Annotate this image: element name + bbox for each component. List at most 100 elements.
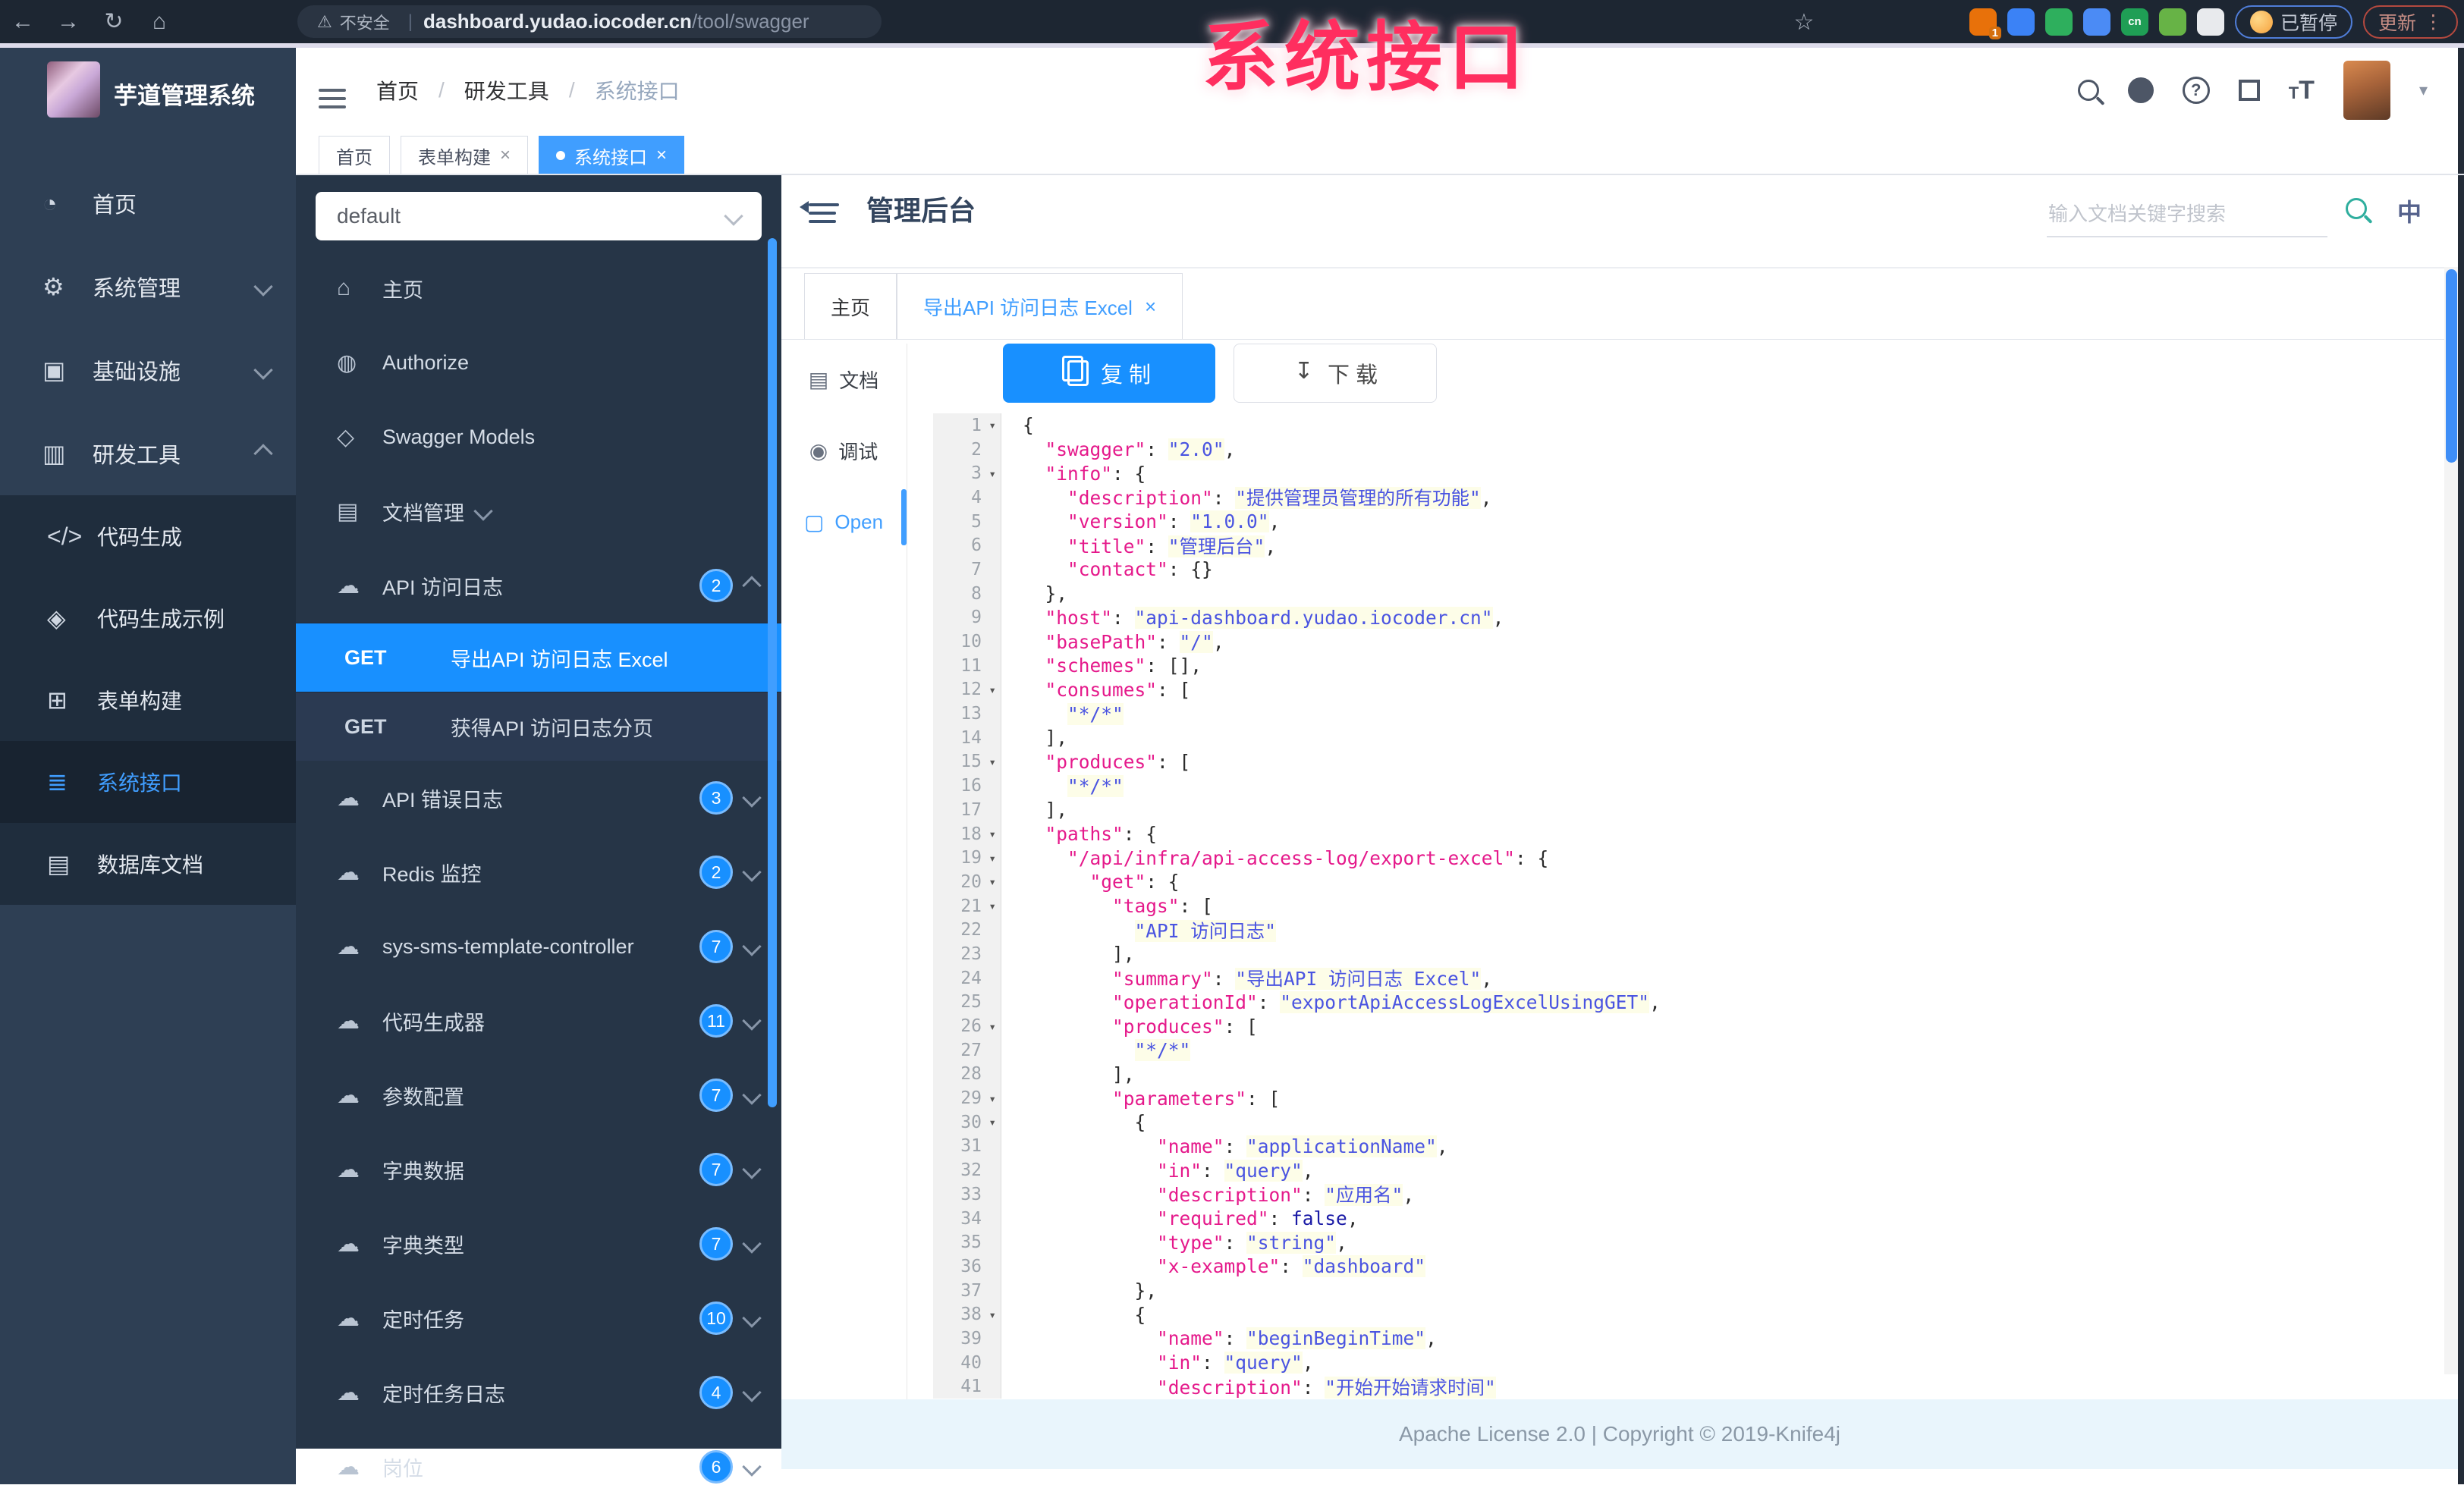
api-operation-导出API 访问日志 Excel[interactable]: GET 导出API 访问日志 Excel [296,623,781,692]
line-number-value: 20 [960,871,982,892]
doc-menu-文档[interactable]: ▤ 文档 [781,344,906,415]
github-icon[interactable] [2127,77,2154,103]
group-select[interactable]: default [316,192,762,240]
update-button[interactable]: 更新 ⋮ [2362,5,2458,39]
extension-orange[interactable]: 1 [1969,8,2001,39]
sidebar-item-基础设施[interactable]: ▣ 基础设施 [0,328,296,412]
fullscreen-icon[interactable] [2238,80,2260,101]
sidebar-item-研发工具[interactable]: ▥ 研发工具 [0,412,296,495]
sidebar-item-首页[interactable]: ◔ 首页 [0,162,296,245]
reload-icon[interactable]: ↻ [91,8,137,35]
code-text: "name": "applicationName", [1157,1135,1448,1157]
collapse-menu-icon[interactable] [800,196,839,223]
api-group-参数配置[interactable]: ☁ 参数配置 7 [296,1058,781,1132]
breadcrumb-item[interactable]: 首页 [376,75,419,105]
api-group-API 访问日志[interactable]: ☁ API 访问日志 2 [296,548,781,623]
tag-首页[interactable]: 首页 [319,136,390,175]
doc-menu-Open[interactable]: ▢ Open [781,486,906,557]
breadcrumb-item[interactable]: 研发工具 [464,75,549,105]
doc-menu-调试[interactable]: ◉ 调试 [781,415,906,486]
forward-icon[interactable]: → [46,9,91,35]
close-icon[interactable]: × [656,145,667,166]
sidebar-item-label: 系统管理 [93,277,181,301]
home-icon[interactable]: ⌂ [137,9,182,35]
close-icon[interactable]: × [500,145,511,166]
api-group-Swagger Models[interactable]: ◇ Swagger Models [296,400,781,474]
extension-drop[interactable] [2007,8,2035,36]
api-group-sys-sms-template-controller[interactable]: ☁ sys-sms-template-controller 7 [296,909,781,984]
sidebar-subitem-数据库文档[interactable]: ▤ 数据库文档 [0,823,296,905]
tag-系统接口[interactable]: 系统接口 × [539,136,685,175]
code-editor[interactable]: 1 ▾{2 "swagger": "2.0", 3 ▾ "info": {4 "des… [933,413,2444,1399]
code-text: "paths": { [1045,823,1158,846]
paused-extension-pill[interactable]: 已暂停 [2234,5,2352,39]
monitor-icon: ▣ [42,356,66,384]
copy-button-label: 复 制 [1100,363,1152,388]
code-line: 17 ], [933,798,2444,822]
api-panel-scrollbar[interactable] [768,238,777,1107]
bookmark-star-icon[interactable]: ☆ [1781,9,1827,36]
doc-tab-导出API 访问日志 Excel[interactable]: 导出API 访问日志 Excel × [897,273,1183,340]
sidebar-subitem-代码生成示例[interactable]: ◈ 代码生成示例 [0,577,296,659]
line-number-value: 4 [971,487,982,507]
language-icon[interactable]: 中 [2397,193,2422,228]
lock-icon: ◍ [337,350,357,375]
line-number-value: 39 [960,1328,982,1349]
extension-cn[interactable]: cn [2120,8,2148,36]
font-size-icon[interactable]: TT [2289,76,2315,105]
tag-表单构建[interactable]: 表单构建 × [401,136,529,175]
back-icon[interactable]: ← [0,9,46,35]
extension-leaf[interactable] [2158,8,2186,36]
api-group-Redis 监控[interactable]: ☁ Redis 监控 2 [296,835,781,909]
sidebar-menu: ◔ 首页 ⚙ 系统管理 ▣ 基础设施 ▥ 研发工具 [0,162,296,495]
address-bar[interactable]: ⚠ 不安全 | dashboard.yudao.iocoder.cn /tool… [297,5,882,38]
line-number-value: 16 [960,776,982,796]
extension-star[interactable] [2196,8,2224,36]
doc-search-input[interactable] [2047,192,2327,237]
sidebar-item-系统管理[interactable]: ⚙ 系统管理 [0,245,296,328]
extension-grid[interactable] [2082,8,2110,36]
code-line: 8 }, [933,581,2444,606]
code-text: ], [1112,943,1135,966]
line-number-value: 10 [960,632,982,652]
logo-row[interactable]: 芋道管理系统 [0,55,296,131]
copy-button[interactable]: 复 制 [1003,344,1215,403]
api-group-Authorize[interactable]: ◍ Authorize [296,325,781,400]
hamburger-icon[interactable] [319,89,346,108]
user-avatar[interactable] [2343,61,2390,120]
doc-tab-主页[interactable]: 主页 [804,273,897,340]
api-group-主页[interactable]: ⌂ 主页 [296,251,781,325]
doc-menu-label: Open [834,510,884,533]
api-group-文档管理[interactable]: ▤ 文档管理 [296,474,781,548]
main-scrollbar-thumb[interactable] [2446,269,2457,463]
line-number-value: 14 [960,727,982,748]
api-operation-获得API 访问日志分页[interactable]: GET 获得API 访问日志分页 [296,692,781,761]
sidebar-subitem-表单构建[interactable]: ⊞ 表单构建 [0,659,296,741]
api-group-字典类型[interactable]: ☁ 字典类型 7 [296,1207,781,1281]
doc-search-icon[interactable] [2346,198,2367,219]
chevron-down-icon [742,937,762,956]
api-group-label: 主页 [382,278,423,302]
api-group-定时任务[interactable]: ☁ 定时任务 10 [296,1281,781,1355]
sidebar-subitem-代码生成[interactable]: </> 代码生成 [0,495,296,577]
extension-shield[interactable] [2044,8,2073,36]
doc-tab-label: 主页 [831,296,871,319]
help-icon[interactable]: ? [2182,77,2210,104]
line-number-value: 38 [960,1305,982,1325]
api-group-字典数据[interactable]: ☁ 字典数据 7 [296,1132,781,1207]
api-group-API 错误日志[interactable]: ☁ API 错误日志 3 [296,761,781,835]
avatar-caret-icon[interactable]: ▾ [2419,80,2428,100]
sidebar-subitem-系统接口[interactable]: ≣ 系统接口 [0,741,296,823]
download-button[interactable]: 下 载 [1234,344,1437,403]
api-group-定时任务日志[interactable]: ☁ 定时任务日志 4 [296,1355,781,1430]
close-icon[interactable]: × [1145,295,1156,319]
download-button-label: 下 载 [1327,363,1378,388]
chevron-down-icon [742,862,762,882]
api-group-label: 岗位 [382,1457,423,1480]
api-group-岗位[interactable]: ☁ 岗位 6 [296,1430,781,1504]
api-group-代码生成器[interactable]: ☁ 代码生成器 11 [296,984,781,1058]
search-icon[interactable] [2077,80,2099,101]
chevron-down-icon [742,1011,762,1031]
code-text: "contact": {} [1067,558,1213,581]
browser-scrollbar[interactable] [2458,48,2464,1484]
